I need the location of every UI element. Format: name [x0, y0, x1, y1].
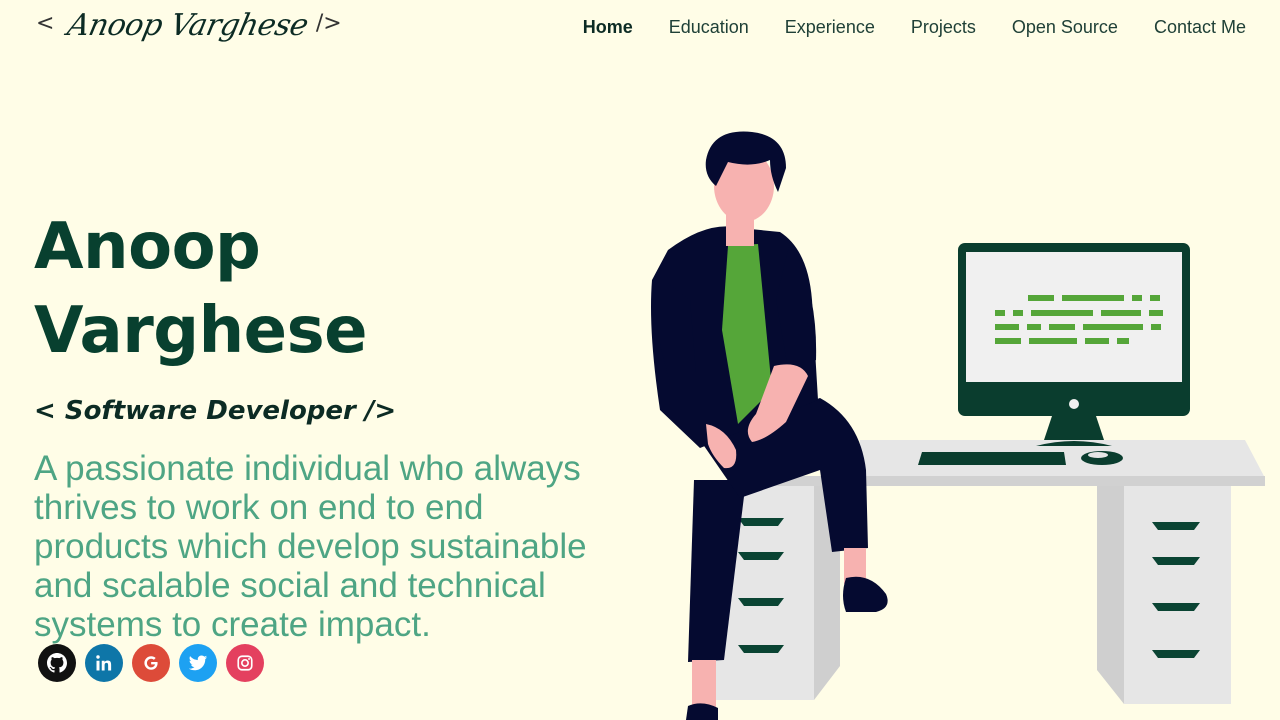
site-header: < Anoop Varghese /> Home Education Exper…: [0, 0, 1280, 58]
logo-open-bracket: <: [36, 10, 55, 36]
hero-role: < Software Developer />: [34, 396, 397, 426]
instagram-link[interactable]: [226, 644, 264, 682]
monitor-stand: [1044, 416, 1104, 440]
nav-experience[interactable]: Experience: [767, 15, 893, 39]
logo-close-bracket: />: [315, 10, 342, 36]
monitor-screen: [966, 252, 1182, 382]
developer-illustration: [651, 131, 1265, 720]
right-drawer-unit: [1124, 486, 1231, 704]
twitter-link[interactable]: [179, 644, 217, 682]
logo[interactable]: < Anoop Varghese />: [36, 2, 342, 58]
nav-education[interactable]: Education: [651, 15, 767, 39]
nav-open-source[interactable]: Open Source: [994, 15, 1136, 39]
nav-projects[interactable]: Projects: [893, 15, 994, 39]
social-links: [38, 644, 264, 682]
hero-section: Anoop Varghese < Software Developer /> A…: [34, 205, 604, 644]
google-link[interactable]: [132, 644, 170, 682]
linkedin-link[interactable]: [85, 644, 123, 682]
logo-signature: Anoop Varghese: [64, 7, 312, 43]
main-nav: Home Education Experience Projects Open …: [565, 15, 1246, 39]
github-icon: [47, 653, 67, 673]
desk-top-edge: [740, 476, 1265, 486]
linkedin-icon: [96, 655, 112, 671]
keyboard: [918, 452, 1066, 465]
twitter-icon: [188, 655, 208, 671]
nav-home[interactable]: Home: [565, 15, 651, 39]
hero-description: A passionate individual who always thriv…: [34, 449, 587, 644]
instagram-icon: [237, 655, 253, 671]
nav-contact-me[interactable]: Contact Me: [1136, 15, 1246, 39]
hero-name: Anoop Varghese: [34, 210, 368, 368]
github-link[interactable]: [38, 644, 76, 682]
google-icon: [144, 656, 158, 670]
